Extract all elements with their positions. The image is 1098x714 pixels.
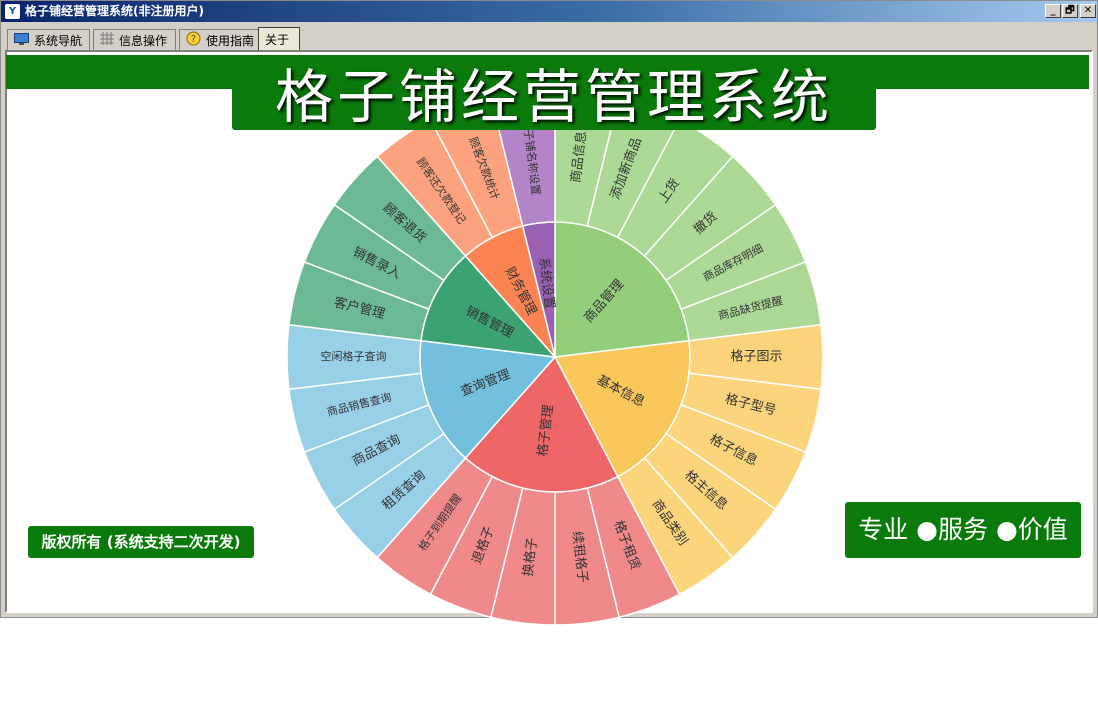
sunburst-module-label[interactable]: 格子图示	[730, 349, 782, 365]
sunburst-module-label[interactable]: 空闲格子查询	[321, 349, 387, 363]
copyright-badge: 版权所有 (系统支持二次开发)	[28, 526, 254, 558]
system-title-banner: 格子铺经营管理系统	[232, 59, 876, 131]
system-title: 格子铺经营管理系统	[274, 63, 833, 131]
slogan-badge: 专业 ●服务 ●价值	[845, 502, 1081, 558]
